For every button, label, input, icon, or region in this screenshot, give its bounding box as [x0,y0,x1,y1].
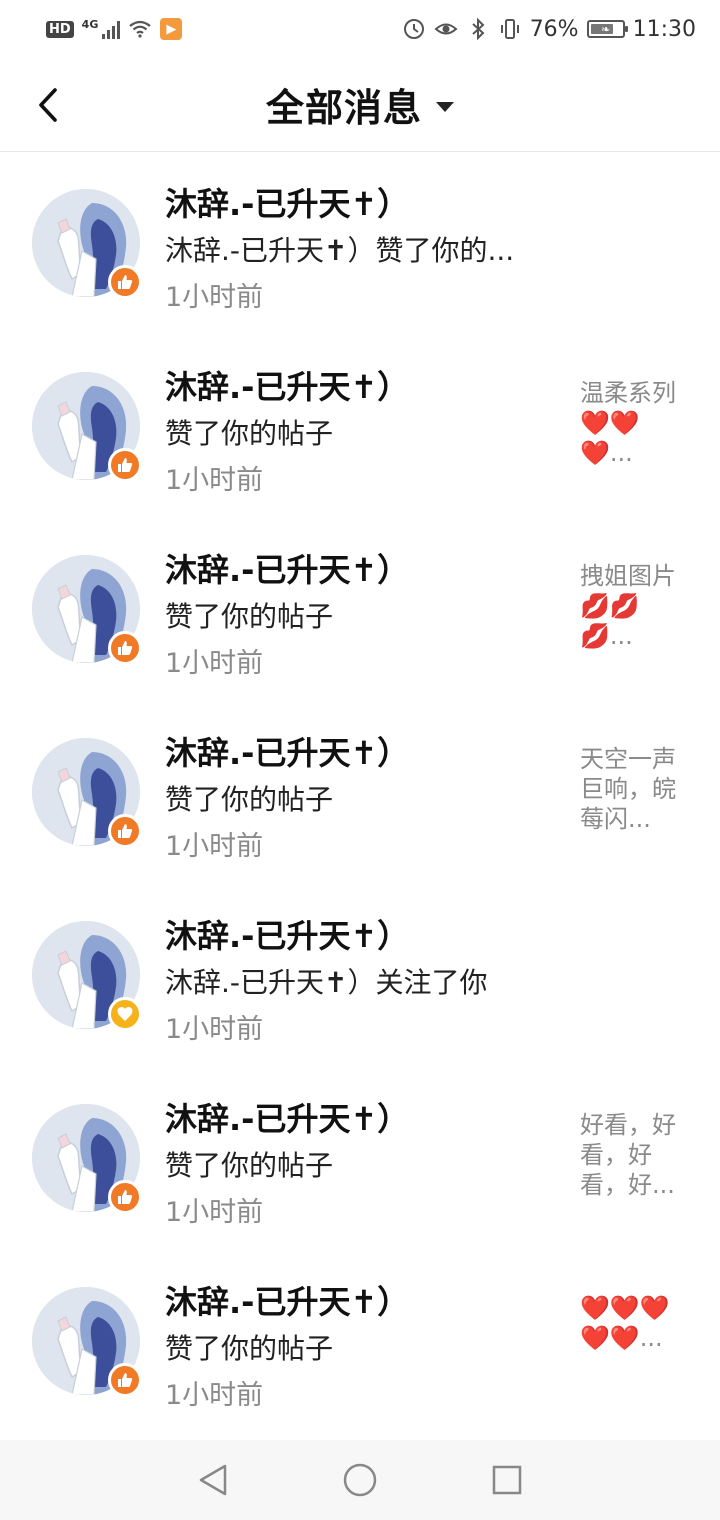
thumbs-up-icon [118,1373,133,1387]
notification-text: 赞了你的帖子 [165,783,334,816]
notification-text: 沐辞.-已升天✝）赞了你的... [165,234,515,267]
notification-text: 赞了你的帖子 [165,1149,334,1182]
hd-indicator: HD [46,20,74,38]
notification-item[interactable]: 沐辞.-已升天✝） 赞了你的帖子 1小时前 好看，好看，好看，好... [0,1068,720,1251]
nav-home-button[interactable] [330,1450,390,1510]
clock: 11:30 [632,16,696,42]
like-badge [108,1363,142,1397]
thumbs-up-icon [118,275,133,289]
notification-time: 1小时前 [165,465,264,496]
thumbs-up-icon [118,824,133,838]
data-saver-icon [403,19,424,39]
notification-time: 1小时前 [165,648,264,679]
app-header: 全部消息 [0,58,720,152]
sender-name[interactable]: 沐辞.-已升天✝） [165,362,409,408]
sender-name[interactable]: 沐辞.-已升天✝） [165,179,409,225]
power-saving-icon: ❧ [600,22,611,36]
like-badge [108,814,142,848]
system-nav-bar [0,1440,720,1520]
page-title: 全部消息 [265,86,422,130]
avatar-container[interactable] [32,1104,142,1214]
notification-text: 赞了你的帖子 [165,1332,334,1365]
notification-time: 1小时前 [165,1197,264,1228]
notification-item[interactable]: 沐辞.-已升天✝） 沐辞.-已升天✝）关注了你 1小时前 [0,885,720,1068]
avatar-container[interactable] [32,738,142,848]
like-badge [108,1180,142,1214]
notification-text: 赞了你的帖子 [165,417,334,450]
chevron-left-icon [39,88,57,122]
avatar-container[interactable] [32,555,142,665]
sender-name[interactable]: 沐辞.-已升天✝） [165,1094,409,1140]
avatar-container[interactable] [32,372,142,482]
sender-name[interactable]: 沐辞.-已升天✝） [165,728,409,774]
notification-time: 1小时前 [165,831,264,862]
thumbs-up-icon [118,458,133,472]
like-badge [108,631,142,665]
notification-time: 1小时前 [165,1380,264,1411]
thumbs-up-icon [118,641,133,655]
notification-item[interactable]: 沐辞.-已升天✝） 赞了你的帖子 1小时前 天空一声巨响，皖莓闪... [0,702,720,885]
notification-item[interactable]: 沐辞.-已升天✝） 沐辞.-已升天✝）赞了你的... 1小时前 [0,153,720,336]
battery-percent: 76% [529,16,579,42]
signal-icon [102,19,121,39]
circle-home-icon [343,1463,377,1497]
notification-item[interactable]: 沐辞.-已升天✝） 赞了你的帖子 1小时前 温柔系列❤️❤️❤️... [0,336,720,519]
status-left: HD 4G ▶ [46,18,183,40]
notification-text: 沐辞.-已升天✝）关注了你 [165,966,488,999]
avatar-container[interactable] [32,189,142,299]
notification-time: 1小时前 [165,282,264,313]
square-recents-icon [492,1465,521,1495]
follow-badge [108,997,142,1031]
sender-name[interactable]: 沐辞.-已升天✝） [165,545,409,591]
wifi-icon [129,20,152,38]
battery-icon: ❧ [586,20,628,38]
notification-list: 沐辞.-已升天✝） 沐辞.-已升天✝）赞了你的... 1小时前 沐辞.-已升天✝… [0,153,720,1434]
status-right: 76% ❧ 11:30 [402,17,696,42]
like-badge [108,448,142,482]
message-filter-dropdown[interactable]: 全部消息 [266,77,454,132]
like-badge [108,265,142,299]
post-preview[interactable]: 好看，好看，好看，好... [580,1110,690,1200]
notification-text: 赞了你的帖子 [165,600,334,633]
nav-recents-button[interactable] [477,1450,537,1510]
sender-name[interactable]: 沐辞.-已升天✝） [165,1277,409,1323]
bluetooth-icon [472,17,485,41]
nav-back-button[interactable] [183,1450,243,1510]
notification-time: 1小时前 [165,1014,264,1045]
notification-item[interactable]: 沐辞.-已升天✝） 赞了你的帖子 1小时前 拽姐图片💋💋💋... [0,519,720,702]
avatar-container[interactable] [32,921,142,1031]
back-button[interactable] [28,82,68,128]
heart-icon [117,1007,133,1021]
thumbs-up-icon [118,1190,133,1204]
vibrate-icon [500,19,519,39]
post-preview[interactable]: 温柔系列❤️❤️❤️... [580,378,690,468]
post-preview[interactable]: 天空一声巨响，皖莓闪... [580,744,690,834]
video-app-icon: ▶ [160,18,183,40]
triangle-back-icon [200,1464,227,1496]
status-bar: HD 4G ▶ 76% ❧ 11:30 [0,0,720,58]
network-type: 4G [81,18,99,31]
notification-item[interactable]: 沐辞.-已升天✝） 赞了你的帖子 1小时前 ❤️❤️❤️❤️❤️... [0,1251,720,1434]
eye-comfort-icon [434,23,458,35]
caret-down-icon [436,101,454,112]
avatar-container[interactable] [32,1287,142,1397]
post-preview[interactable]: ❤️❤️❤️❤️❤️... [580,1293,690,1353]
sender-name[interactable]: 沐辞.-已升天✝） [165,911,409,957]
post-preview[interactable]: 拽姐图片💋💋💋... [580,561,690,651]
